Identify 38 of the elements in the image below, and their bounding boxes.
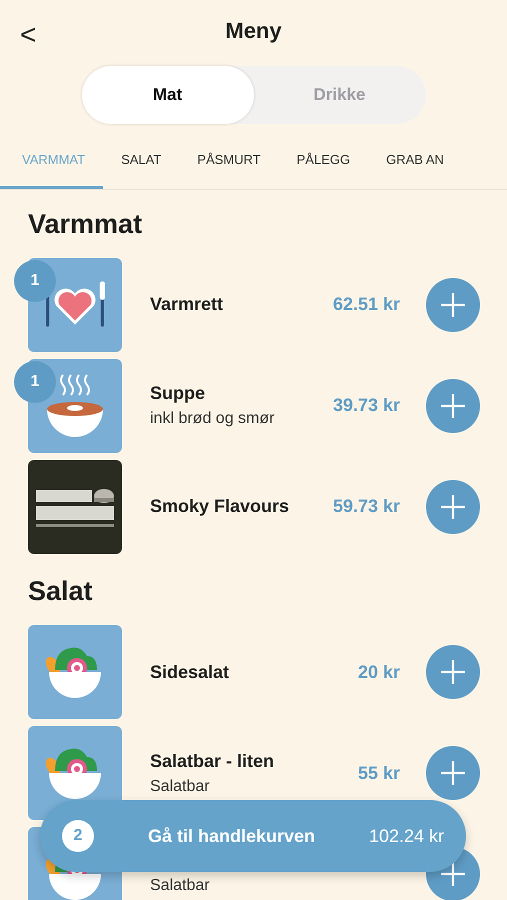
plus-icon <box>440 392 466 418</box>
item-price: 62.51 kr <box>332 293 400 316</box>
item-name: Sidesalat <box>150 660 230 684</box>
item-name: Salatbar - liten <box>150 750 276 772</box>
item-name: Suppe <box>150 382 206 405</box>
add-button[interactable] <box>426 378 480 432</box>
cart-label: Gå til handlekurven <box>146 824 316 848</box>
section-heading: Varmmat <box>28 208 142 238</box>
cart-count-badge: 2 <box>62 820 94 852</box>
category-tab[interactable]: PÅLEGG <box>278 142 368 188</box>
segment-tab[interactable]: Mat <box>82 66 254 124</box>
item-price: 55 kr <box>358 762 400 784</box>
quantity-badge: 1 <box>14 260 56 302</box>
add-button[interactable] <box>426 645 480 699</box>
item-name: Varmrett <box>150 293 224 316</box>
add-button[interactable] <box>426 480 480 534</box>
plus-icon <box>440 494 466 520</box>
category-tab[interactable]: SALAT <box>103 142 180 188</box>
category-tab[interactable]: GRAB AN <box>368 142 462 188</box>
item-price: 39.73 kr <box>332 394 400 417</box>
plus-icon <box>440 659 466 685</box>
page-title: Meny <box>225 16 282 45</box>
item-description: Salatbar <box>150 776 211 796</box>
add-button[interactable] <box>426 746 480 800</box>
item-description: inkl brød og smør <box>150 409 276 429</box>
item-price: 59.73 kr <box>332 495 400 518</box>
item-description: Salatbar <box>150 876 211 896</box>
item-price: 20 kr <box>358 660 400 684</box>
plus-icon <box>440 760 466 786</box>
item-name: Smoky Flavours <box>150 495 290 518</box>
plus-icon <box>440 292 466 318</box>
quantity-badge: 1 <box>14 361 56 403</box>
section-heading: Salat <box>28 576 93 606</box>
category-tab[interactable]: PÅSMURT <box>179 142 279 188</box>
back-button[interactable]: < <box>20 14 36 56</box>
add-button[interactable] <box>426 278 480 332</box>
plus-icon <box>440 861 466 887</box>
cart-total: 102.24 kr <box>368 824 444 848</box>
